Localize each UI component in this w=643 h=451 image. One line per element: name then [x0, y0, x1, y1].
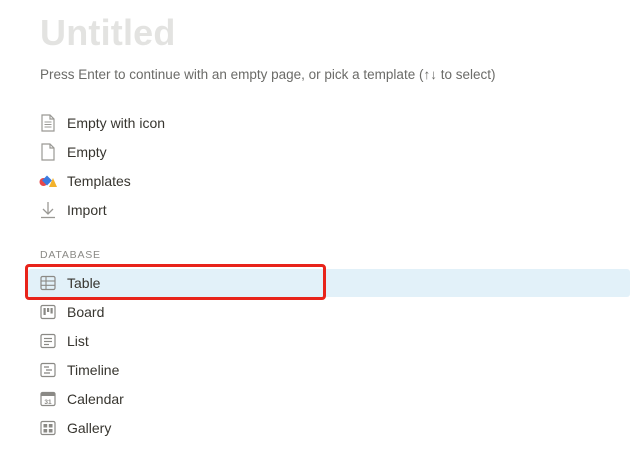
- menu-item-empty-with-icon[interactable]: Empty with icon: [28, 109, 630, 137]
- database-item-timeline[interactable]: Timeline: [28, 356, 630, 384]
- shapes-icon: [39, 172, 57, 190]
- menu-item-label: Empty with icon: [67, 115, 166, 131]
- menu-item-label: Templates: [67, 173, 131, 189]
- database-item-label: Table: [67, 275, 101, 291]
- list-icon: [39, 332, 57, 350]
- section-label-database: DATABASE: [40, 249, 101, 261]
- database-item-label: Gallery: [67, 420, 112, 436]
- menu-item-import[interactable]: Import: [28, 196, 630, 224]
- calendar-icon: 31: [39, 390, 57, 408]
- timeline-icon: [39, 361, 57, 379]
- database-item-gallery[interactable]: Gallery: [28, 414, 630, 442]
- page-lines-icon: [39, 114, 57, 132]
- database-item-list[interactable]: List: [28, 327, 630, 355]
- page-title[interactable]: Untitled: [40, 12, 176, 54]
- table-icon: [39, 274, 57, 292]
- menu-item-label: Empty: [67, 144, 107, 160]
- svg-text:31: 31: [44, 399, 52, 406]
- database-item-label: Board: [67, 304, 105, 320]
- page-blank-icon: [39, 143, 57, 161]
- template-hint: Press Enter to continue with an empty pa…: [40, 67, 496, 82]
- board-icon: [39, 303, 57, 321]
- database-item-label: Calendar: [67, 391, 124, 407]
- database-item-label: List: [67, 333, 89, 349]
- database-item-table[interactable]: Table: [28, 269, 630, 297]
- menu-item-label: Import: [67, 202, 107, 218]
- download-arrow-icon: [39, 201, 57, 219]
- menu-item-templates[interactable]: Templates: [28, 167, 630, 195]
- database-item-calendar[interactable]: 31 Calendar: [28, 385, 630, 413]
- database-item-label: Timeline: [67, 362, 120, 378]
- database-item-board[interactable]: Board: [28, 298, 630, 326]
- menu-item-empty[interactable]: Empty: [28, 138, 630, 166]
- gallery-icon: [39, 419, 57, 437]
